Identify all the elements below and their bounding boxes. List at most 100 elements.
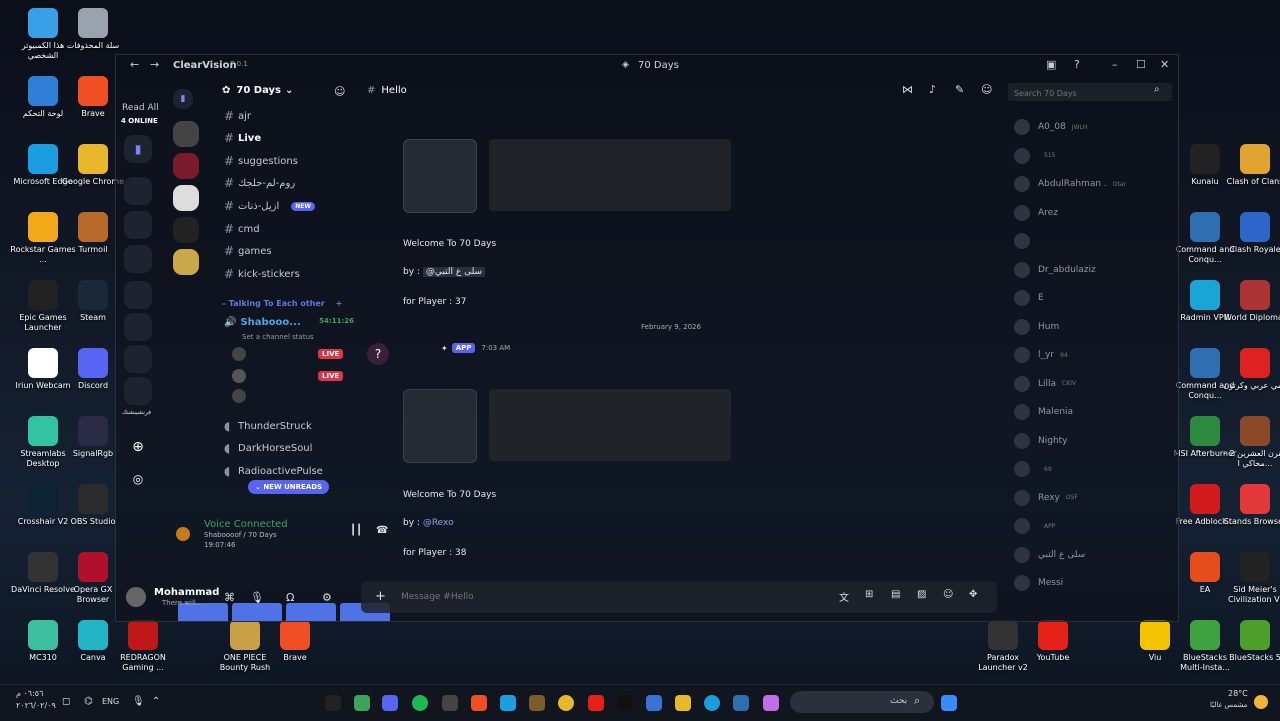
minimize-icon[interactable]: – (1112, 58, 1118, 71)
server-folder-1[interactable] (124, 177, 152, 205)
maximize-icon[interactable]: ☐ (1136, 58, 1146, 71)
server-folder-4[interactable] (124, 281, 152, 309)
channel-arabic-2[interactable]: # ازيل-ذنات NEW (224, 197, 316, 215)
start-button[interactable] (941, 695, 957, 711)
file-explorer-icon[interactable] (675, 695, 691, 711)
add-channel-icon[interactable]: + (336, 299, 343, 308)
chrome-taskbar-icon[interactable] (558, 695, 574, 711)
voice-user-3[interactable] (232, 389, 246, 403)
channel-arabic-1[interactable]: # روم-لم-حلجك (224, 174, 295, 192)
sticker-icon[interactable]: ▨ (917, 589, 926, 600)
voice-channel-darkhorsesoul[interactable]: ◖ DarkHorseSoul (224, 439, 312, 457)
apps-icon[interactable]: ✥ (969, 589, 977, 600)
member-row[interactable]: AbdulRahman . Otar (1014, 174, 1126, 194)
channel-suggestions[interactable]: # suggestions (224, 152, 298, 170)
member-row[interactable]: Messi (1014, 573, 1069, 593)
desktop-shortcut[interactable]: Clash Royale (1222, 212, 1280, 255)
embed-thumbnail[interactable] (403, 389, 477, 463)
search-bar[interactable]: ⌕ (1008, 83, 1172, 101)
new-unreads-pill[interactable]: ⌄ NEW UNREADS (248, 480, 330, 494)
desktop-shortcut[interactable]: سلة المحذوفات (60, 8, 126, 51)
add-server-icon[interactable]: ⊕ (124, 433, 152, 461)
discover-icon[interactable]: ◎ (124, 465, 152, 493)
app-icon-10[interactable] (588, 695, 604, 711)
invite-people-icon[interactable]: ☺ (334, 85, 345, 98)
mention[interactable]: @سلى ع التبي (422, 267, 486, 277)
threads-icon[interactable]: ⋈ (902, 83, 913, 96)
emoji-icon[interactable]: ☺ (943, 589, 953, 600)
desktop-shortcut[interactable]: انمي عربي وكرتون (1222, 348, 1280, 391)
channel-kick-stickers[interactable]: # kick-stickers (224, 265, 300, 283)
read-all-button[interactable]: Read All (122, 103, 159, 113)
desktop-shortcut[interactable]: World Diplomat (1222, 280, 1280, 323)
member-row[interactable]: APP (1014, 516, 1055, 536)
desktop-shortcut[interactable]: Sid Meier's Civilization VI (1222, 552, 1280, 605)
server-folder-6[interactable] (124, 345, 152, 373)
channel-live[interactable]: # Live (224, 129, 261, 147)
category-header[interactable]: – Talking To Each other + (222, 299, 342, 308)
search-input[interactable] (1012, 85, 1146, 101)
microphone-icon[interactable]: 🎙 (250, 591, 264, 604)
member-row[interactable]: 69 (1014, 459, 1052, 479)
member-row[interactable] (1014, 231, 1044, 251)
close-icon[interactable]: ✕ (1160, 58, 1169, 71)
discord-taskbar-icon[interactable] (382, 695, 398, 711)
member-row[interactable]: 515 (1014, 146, 1055, 166)
channel-games[interactable]: # games (224, 242, 272, 260)
mail-icon[interactable] (733, 695, 749, 711)
tray-chevron-icon[interactable]: ⌃ (152, 696, 160, 707)
member-row[interactable]: Dr_abdulaziz (1014, 260, 1102, 280)
language-indicator[interactable]: ENG (102, 697, 119, 706)
app-icon-8[interactable] (529, 695, 545, 711)
back-arrow-icon[interactable]: ← (130, 58, 139, 71)
app-icon-2[interactable] (354, 695, 370, 711)
brave-taskbar-icon[interactable] (471, 695, 487, 711)
desktop-shortcut[interactable]: القرن العشرين 2 – محاكي ا... (1222, 416, 1280, 469)
mic-icon[interactable]: 🎙 (132, 696, 145, 707)
voice-user-1[interactable]: LIVE (232, 347, 352, 363)
embed-thumbnail[interactable] (403, 139, 477, 213)
inbox-icon[interactable]: ▣ (1046, 58, 1056, 71)
spotify-icon[interactable] (412, 695, 428, 711)
desktop-shortcut[interactable]: BlueStacks 5 (1222, 620, 1280, 663)
weather-sun-icon[interactable] (1254, 695, 1268, 709)
tiktok-icon[interactable] (617, 695, 633, 711)
copilot-icon[interactable] (763, 695, 779, 711)
member-row[interactable]: l_yr 94 (1014, 345, 1068, 365)
translate-icon[interactable]: 文 (839, 589, 849, 604)
app-icon-5[interactable] (442, 695, 458, 711)
server-folder-3[interactable] (124, 245, 152, 273)
message-input[interactable] (399, 587, 803, 607)
user-avatar[interactable] (126, 587, 146, 607)
voice-channel-radioactivepulse[interactable]: ◖ RadioactivePulse (224, 462, 323, 480)
gamepad-icon[interactable]: ⌘ (224, 591, 235, 604)
voice-channel-active[interactable]: 🔊 Shabooo... 54:11:26 (224, 317, 354, 328)
server-folder-2[interactable] (124, 211, 152, 239)
pin-icon[interactable]: ✎ (955, 83, 964, 96)
app-icon-7[interactable] (500, 695, 516, 711)
wifi-icon[interactable]: ⌬ (84, 696, 93, 707)
desktop-shortcut[interactable]: Stands Browser (1222, 484, 1280, 527)
gif-icon[interactable]: ▤ (891, 589, 900, 600)
help-icon[interactable]: ? (1074, 58, 1080, 71)
app-icon-1[interactable] (325, 695, 341, 711)
server-folder-7[interactable] (124, 377, 152, 405)
channel-ajr[interactable]: # ajr (224, 107, 251, 125)
add-attachment-icon[interactable]: + (375, 589, 386, 604)
server-header[interactable]: ✿ 70 Days ⌄ (222, 85, 293, 96)
edge-taskbar-icon[interactable] (704, 695, 720, 711)
member-row[interactable]: Rexy OSF (1014, 488, 1078, 508)
server-folder-5[interactable] (124, 313, 152, 341)
bot-avatar[interactable]: ? (367, 343, 389, 365)
member-row[interactable]: E (1014, 288, 1050, 308)
member-row[interactable]: Lilla CKIV (1014, 374, 1076, 394)
mention[interactable]: @Rexo (423, 518, 454, 528)
members-icon[interactable]: ☺ (981, 83, 992, 96)
member-row[interactable]: سلى ع التبي (1014, 545, 1091, 565)
member-row[interactable]: Arez (1014, 203, 1064, 223)
taskbar-search[interactable]: بحث ⌕ (790, 691, 934, 713)
desktop-shortcut[interactable]: Brave (262, 620, 328, 663)
headphones-icon[interactable]: Ω (286, 591, 294, 604)
voice-user-2[interactable]: LIVE (232, 369, 352, 385)
voice-channel-thunderstruck[interactable]: ◖ ThunderStruck (224, 417, 312, 435)
